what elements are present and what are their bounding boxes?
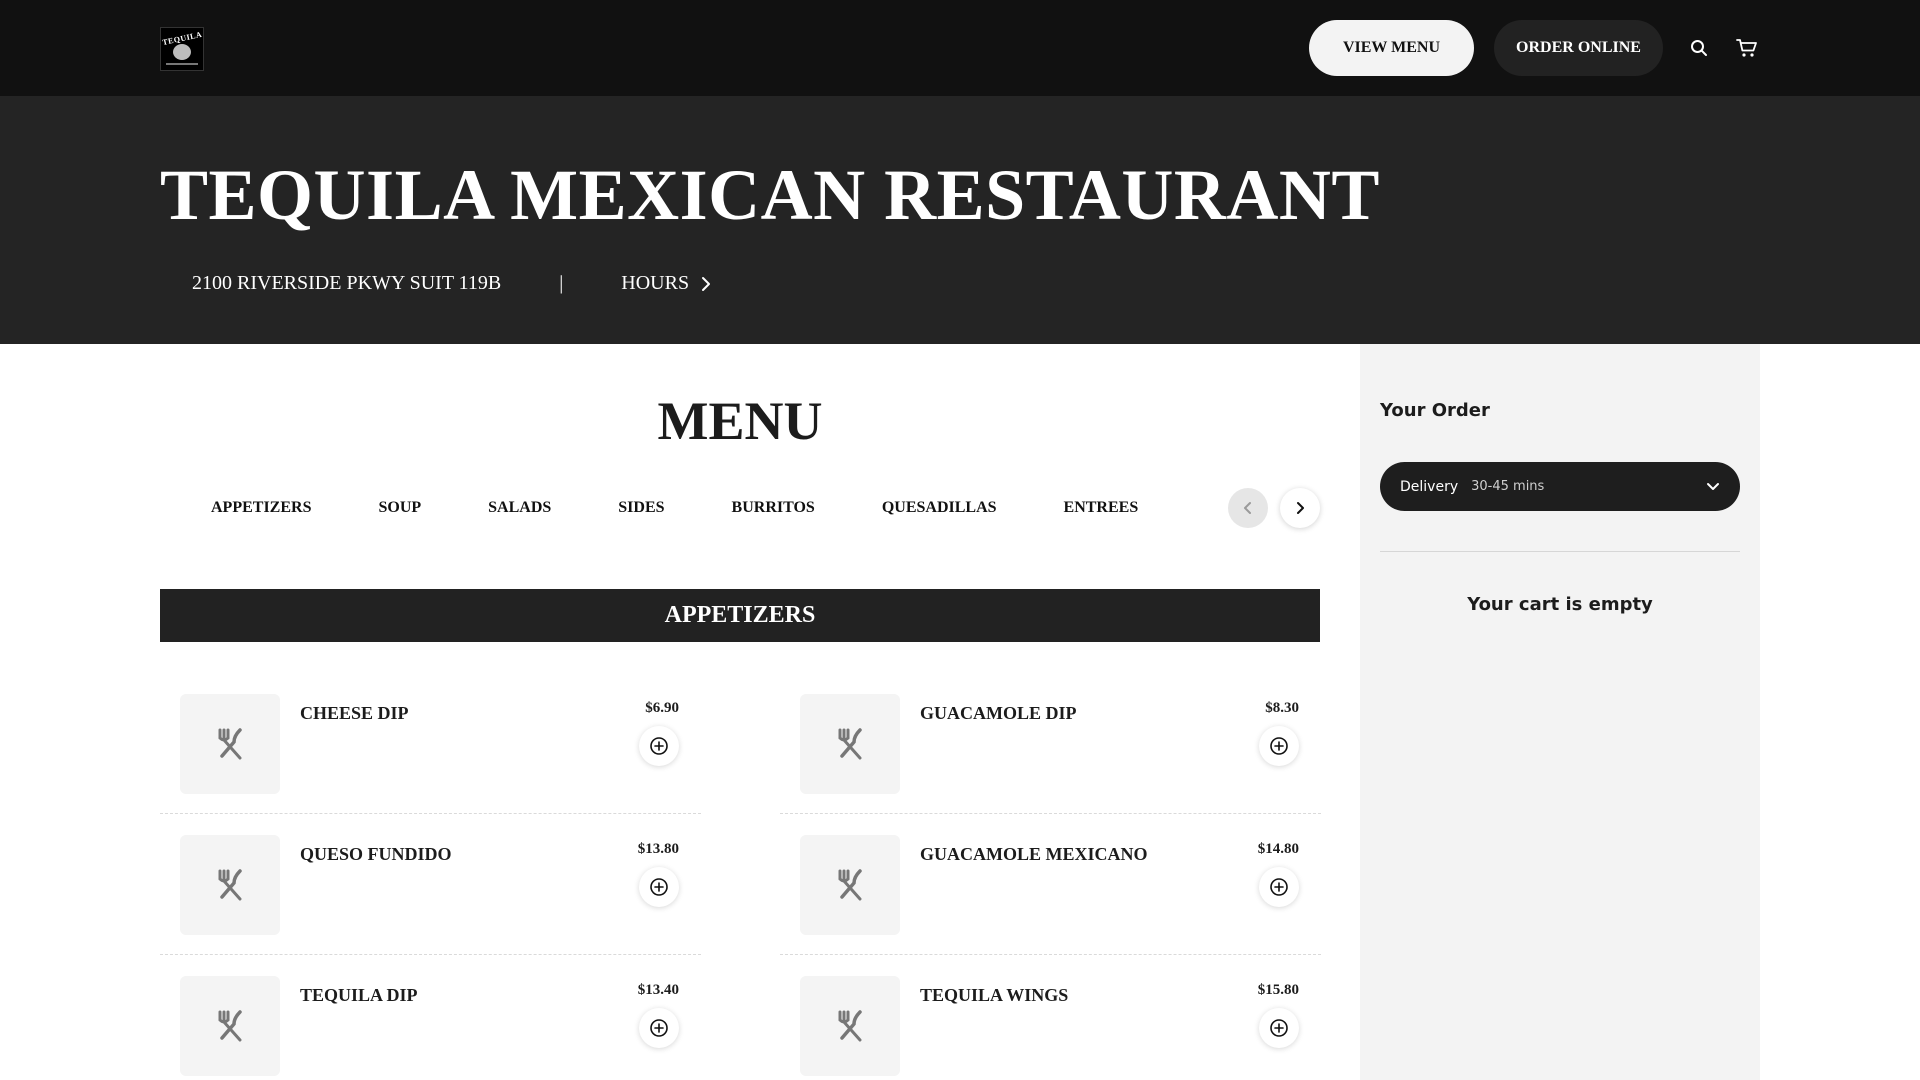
utensils-icon bbox=[218, 728, 242, 760]
item-image-placeholder bbox=[180, 976, 280, 1076]
item-price: $8.30 bbox=[1265, 700, 1299, 716]
utensils-icon bbox=[838, 1010, 862, 1042]
logo-underline bbox=[166, 62, 198, 65]
plus-circle-icon bbox=[650, 1019, 668, 1037]
item-image-placeholder bbox=[800, 976, 900, 1076]
item-image-placeholder bbox=[800, 835, 900, 935]
item-image-placeholder bbox=[180, 694, 280, 794]
search-icon[interactable] bbox=[1685, 34, 1713, 62]
view-menu-button[interactable]: VIEW MENU bbox=[1309, 20, 1474, 76]
item-price: $13.80 bbox=[637, 841, 679, 857]
delivery-time: 30-45 mins bbox=[1471, 479, 1545, 494]
utensils-icon bbox=[218, 1010, 242, 1042]
item-name: GUACAMOLE DIP bbox=[920, 703, 1077, 723]
info-separator: | bbox=[559, 272, 564, 294]
item-price: $6.90 bbox=[645, 700, 679, 716]
item-name: TEQUILA WINGS bbox=[920, 985, 1069, 1005]
sidebar-divider bbox=[1380, 551, 1740, 552]
order-sidebar: Your Order Delivery 30-45 mins Your cart… bbox=[1360, 344, 1760, 1080]
item-name: CHEESE DIP bbox=[300, 703, 409, 723]
item-name: QUESO FUNDIDO bbox=[300, 844, 452, 864]
restaurant-logo[interactable]: TEQUILA bbox=[160, 27, 204, 71]
utensils-icon bbox=[218, 869, 242, 901]
section-header: APPETIZERS bbox=[160, 589, 1320, 642]
menu-item[interactable]: GUACAMOLE MEXICANO $14.80 bbox=[780, 814, 1321, 955]
tab-sides[interactable]: SIDES bbox=[618, 499, 664, 517]
plus-circle-icon bbox=[1270, 1019, 1288, 1037]
chevron-right-icon bbox=[702, 276, 711, 291]
restaurant-name: TEQUILA MEXICAN RESTAURANT bbox=[160, 155, 1380, 235]
chevron-down-icon bbox=[1707, 483, 1719, 490]
chevron-left-icon bbox=[1244, 502, 1251, 514]
delivery-selector[interactable]: Delivery 30-45 mins bbox=[1380, 462, 1740, 511]
item-image-placeholder bbox=[180, 835, 280, 935]
utensils-icon bbox=[838, 869, 862, 901]
menu-item[interactable]: TEQUILA DIP $13.40 bbox=[160, 955, 701, 1080]
menu-item[interactable]: TEQUILA WINGS $15.80 bbox=[780, 955, 1321, 1080]
item-price: $13.40 bbox=[637, 982, 679, 998]
add-item-button[interactable] bbox=[639, 867, 679, 907]
tab-entrees[interactable]: ENTREES bbox=[1064, 499, 1139, 517]
tab-quesadillas[interactable]: QUESADILLAS bbox=[882, 499, 997, 517]
add-item-button[interactable] bbox=[639, 1008, 679, 1048]
plus-circle-icon bbox=[1270, 737, 1288, 755]
delivery-mode: Delivery bbox=[1400, 478, 1459, 495]
item-image-placeholder bbox=[800, 694, 900, 794]
tabs-next-button[interactable] bbox=[1280, 488, 1320, 528]
empty-cart-message: Your cart is empty bbox=[1467, 594, 1653, 615]
cart-icon[interactable] bbox=[1733, 34, 1761, 62]
top-nav: TEQUILA VIEW MENU ORDER ONLINE bbox=[0, 0, 1920, 96]
tabs-prev-button[interactable] bbox=[1228, 488, 1268, 528]
menu-item[interactable]: CHEESE DIP $6.90 bbox=[160, 673, 701, 814]
item-price: $14.80 bbox=[1257, 841, 1299, 857]
tab-soup[interactable]: SOUP bbox=[378, 499, 421, 517]
add-item-button[interactable] bbox=[1259, 867, 1299, 907]
tab-burritos[interactable]: BURRITOS bbox=[732, 499, 815, 517]
category-tabs: APPETIZERS SOUP SALADS SIDES BURRITOS QU… bbox=[160, 490, 1138, 526]
hours-label: HOURS bbox=[621, 272, 690, 294]
address-link[interactable]: 2100 RIVERSIDE PKWY SUIT 119B bbox=[192, 272, 501, 295]
utensils-icon bbox=[838, 728, 862, 760]
plus-circle-icon bbox=[650, 878, 668, 896]
restaurant-info: 2100 RIVERSIDE PKWY SUIT 119B | HOURS bbox=[192, 272, 711, 295]
hours-link[interactable]: HOURS bbox=[621, 272, 711, 295]
chevron-right-icon bbox=[1297, 502, 1304, 514]
hero-banner: TEQUILA MEXICAN RESTAURANT 2100 RIVERSID… bbox=[0, 96, 1920, 344]
item-name: TEQUILA DIP bbox=[300, 985, 418, 1005]
plus-circle-icon bbox=[650, 737, 668, 755]
add-item-button[interactable] bbox=[1259, 1008, 1299, 1048]
menu-item[interactable]: QUESO FUNDIDO $13.80 bbox=[160, 814, 701, 955]
tab-appetizers[interactable]: APPETIZERS bbox=[211, 499, 311, 517]
order-online-button[interactable]: ORDER ONLINE bbox=[1494, 20, 1663, 76]
tab-salads[interactable]: SALADS bbox=[488, 499, 551, 517]
plus-circle-icon bbox=[1270, 878, 1288, 896]
item-price: $15.80 bbox=[1257, 982, 1299, 998]
order-title: Your Order bbox=[1380, 400, 1490, 421]
logo-emblem bbox=[173, 43, 191, 60]
menu-item[interactable]: GUACAMOLE DIP $8.30 bbox=[780, 673, 1321, 814]
menu-heading: MENU bbox=[657, 391, 823, 451]
add-item-button[interactable] bbox=[1259, 726, 1299, 766]
item-name: GUACAMOLE MEXICANO bbox=[920, 844, 1148, 864]
add-item-button[interactable] bbox=[639, 726, 679, 766]
